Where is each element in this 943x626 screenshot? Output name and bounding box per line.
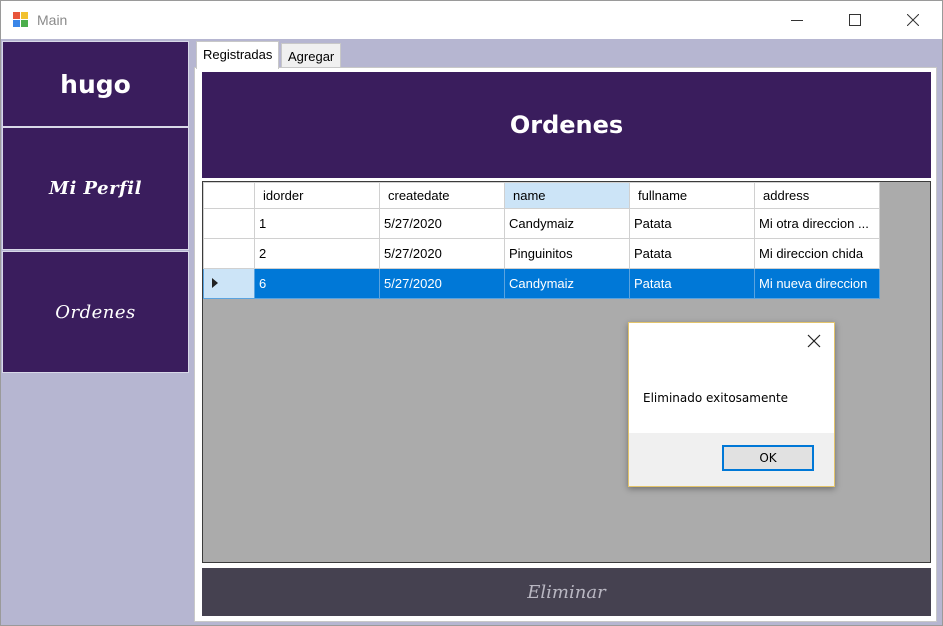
row-header[interactable]	[203, 208, 255, 239]
page-title: Ordenes	[202, 72, 931, 178]
cell-name[interactable]: Pinguinitos	[504, 238, 630, 269]
cell-idorder[interactable]: 6	[254, 268, 380, 299]
close-button[interactable]	[884, 1, 942, 39]
sidebar-username: hugo	[2, 41, 189, 127]
column-header-address[interactable]: address	[754, 182, 880, 209]
cell-name[interactable]: Candymaiz	[504, 208, 630, 239]
cell-idorder[interactable]: 2	[254, 238, 380, 269]
window-title: Main	[37, 12, 68, 28]
delete-button[interactable]: Eliminar	[202, 568, 931, 616]
column-header-name[interactable]: name	[504, 182, 630, 209]
cell-address[interactable]: Mi nueva direccion	[754, 268, 880, 299]
tab-registradas[interactable]: Registradas	[196, 41, 280, 69]
tab-agregar[interactable]: Agregar	[281, 43, 342, 68]
cell-fullname[interactable]: Patata	[629, 268, 755, 299]
maximize-button[interactable]	[826, 1, 884, 39]
message-dialog: Eliminado exitosamente OK	[628, 322, 835, 487]
header-row: idorder createdate name fullname address	[203, 182, 880, 209]
cell-createdate[interactable]: 5/27/2020	[379, 208, 505, 239]
column-header-fullname[interactable]: fullname	[629, 182, 755, 209]
row-header[interactable]	[203, 238, 255, 269]
table-row[interactable]: 2 5/27/2020 Pinguinitos Patata Mi direcc…	[203, 238, 880, 269]
ok-button[interactable]: OK	[722, 445, 814, 471]
orders-table: idorder createdate name fullname address…	[203, 182, 880, 299]
sidebar-item-orders[interactable]: Ordenes	[2, 251, 189, 373]
close-icon	[907, 14, 919, 26]
close-icon	[807, 334, 821, 348]
minimize-button[interactable]	[768, 1, 826, 39]
cell-address[interactable]: Mi direccion chida	[754, 238, 880, 269]
sidebar-item-profile[interactable]: Mi Perfil	[2, 127, 189, 250]
cell-createdate[interactable]: 5/27/2020	[379, 268, 505, 299]
minimize-icon	[791, 20, 803, 21]
cell-name[interactable]: Candymaiz	[504, 268, 630, 299]
row-pointer-icon	[212, 278, 218, 288]
app-icon	[13, 12, 29, 28]
maximize-icon	[849, 14, 861, 26]
cell-fullname[interactable]: Patata	[629, 208, 755, 239]
sidebar: hugo Mi Perfil Ordenes	[1, 39, 190, 625]
cell-fullname[interactable]: Patata	[629, 238, 755, 269]
dialog-message: Eliminado exitosamente	[643, 391, 789, 405]
row-header-corner	[203, 182, 255, 209]
cell-address[interactable]: Mi otra direccion ...	[754, 208, 880, 239]
title-bar: Main	[1, 1, 942, 39]
table-row[interactable]: 1 5/27/2020 Candymaiz Patata Mi otra dir…	[203, 208, 880, 239]
table-row-selected[interactable]: 6 5/27/2020 Candymaiz Patata Mi nueva di…	[203, 268, 880, 299]
row-header[interactable]	[203, 268, 255, 299]
dialog-footer: OK	[629, 433, 834, 486]
column-header-idorder[interactable]: idorder	[254, 182, 380, 209]
column-header-createdate[interactable]: createdate	[379, 182, 505, 209]
main-window: Main hugo Mi Perfil Ordenes Registradas …	[0, 0, 943, 626]
dialog-close-button[interactable]	[806, 333, 822, 349]
cell-createdate[interactable]: 5/27/2020	[379, 238, 505, 269]
cell-idorder[interactable]: 1	[254, 208, 380, 239]
